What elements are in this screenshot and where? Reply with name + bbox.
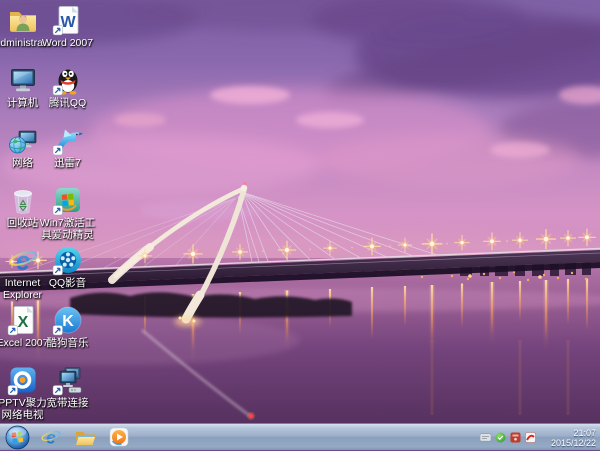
svg-text:W: W	[60, 14, 76, 31]
icon-label: Win7激活工具爱动精灵	[38, 217, 98, 241]
desktop-icon-grid: Administra... 计算机 网络	[0, 2, 90, 422]
green-status-icon[interactable]	[495, 432, 506, 443]
win7-activation-tool-icon	[52, 184, 84, 216]
desktop: Administra... 计算机 网络	[0, 0, 600, 423]
icon-label: 腾讯QQ	[38, 97, 98, 109]
desktop-icon-pptv[interactable]: PPTV聚力 网络电视	[0, 362, 45, 422]
desktop-icon-broadband-connection[interactable]: 宽带连接	[45, 362, 90, 422]
desktop-icon-kugou-music[interactable]: K 酷狗音乐	[45, 302, 90, 362]
clock-date: 2015/12/22	[540, 438, 596, 448]
clock-time: 21:07	[540, 428, 596, 438]
desktop-wallpaper	[0, 0, 600, 423]
desktop-icon-win7-activation-tool[interactable]: Win7激活工具爱动精灵	[45, 182, 90, 242]
desktop-icon-xunlei-7[interactable]: 迅雷7	[45, 122, 90, 182]
desktop-icon-administrator-folder[interactable]: Administra...	[0, 2, 45, 62]
pptv-icon	[7, 364, 39, 396]
svg-text:e: e	[15, 246, 29, 276]
qq-player-icon	[52, 244, 84, 276]
taskbar-clock[interactable]: 21:07 2015/12/22	[540, 428, 598, 448]
icon-label: 宽带连接	[38, 397, 98, 409]
word-icon: W	[52, 4, 84, 36]
internet-explorer-icon: e	[7, 244, 39, 276]
red-app-icon[interactable]	[510, 432, 521, 443]
recycle-bin-icon	[7, 184, 39, 216]
qq-icon	[52, 64, 84, 96]
desktop-icon-computer[interactable]: 计算机	[0, 62, 45, 122]
broadband-connection-icon	[52, 364, 84, 396]
folder-icon	[74, 426, 96, 448]
network-icon	[7, 124, 39, 156]
administrator-folder-icon	[7, 4, 39, 36]
kugou-icon: K	[52, 304, 84, 336]
red-white-app-icon[interactable]	[525, 432, 536, 443]
taskbar-button-windows-explorer[interactable]	[72, 425, 98, 449]
media-player-icon	[109, 427, 129, 447]
taskbar: e	[0, 423, 600, 450]
excel-icon: X	[7, 304, 39, 336]
icon-label: 迅雷7	[38, 157, 98, 169]
xunlei-icon	[52, 124, 84, 156]
taskbar-button-windows-media-player[interactable]	[106, 425, 132, 449]
icon-label: QQ影音	[38, 277, 98, 289]
computer-icon	[7, 64, 39, 96]
system-tray: 21:07 2015/12/22	[480, 424, 598, 451]
desktop-icon-word-2007[interactable]: W Word 2007	[45, 2, 90, 62]
desktop-icon-network[interactable]: 网络	[0, 122, 45, 182]
taskbar-button-internet-explorer[interactable]: e	[38, 425, 64, 449]
svg-text:K: K	[62, 313, 74, 330]
desktop-icon-tencent-qq[interactable]: 腾讯QQ	[45, 62, 90, 122]
language-indicator-icon[interactable]	[480, 432, 491, 443]
desktop-icon-qq-player[interactable]: QQ影音	[45, 242, 90, 302]
icon-label: Word 2007	[38, 37, 98, 49]
icon-label: 酷狗音乐	[38, 337, 98, 349]
desktop-icon-excel-2007[interactable]: X Excel 2007	[0, 302, 45, 362]
internet-explorer-taskbar-icon: e	[40, 426, 62, 448]
svg-text:e: e	[46, 428, 56, 448]
svg-text:X: X	[17, 314, 28, 331]
desktop-icon-internet-explorer[interactable]: e Internet Explorer	[0, 242, 45, 302]
start-button[interactable]	[5, 425, 30, 450]
